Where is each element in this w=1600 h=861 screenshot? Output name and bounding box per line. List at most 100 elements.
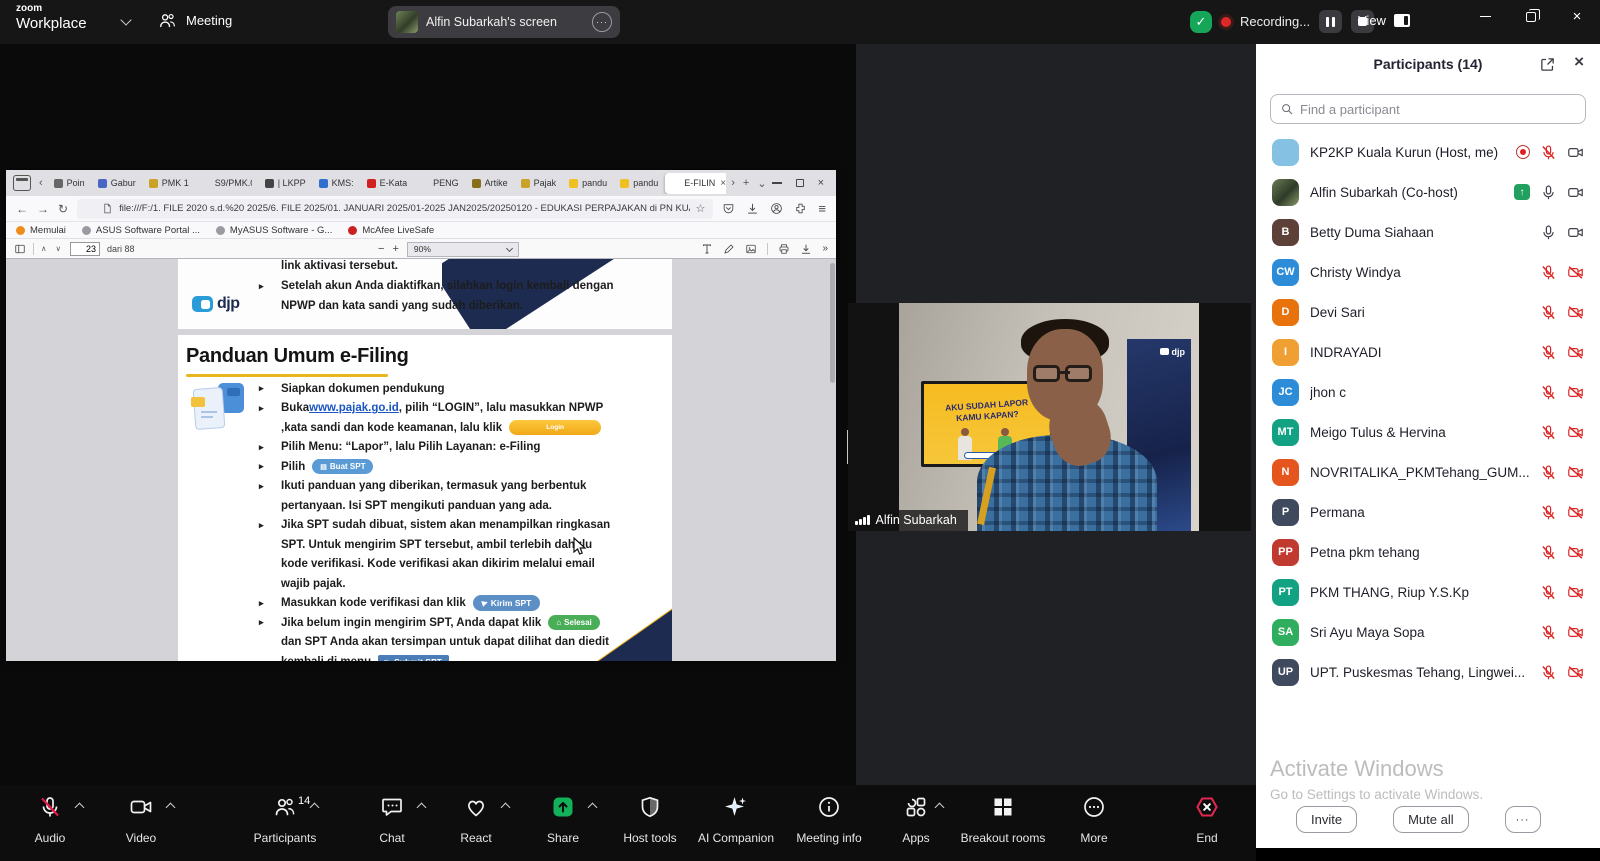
camera-status-icon[interactable]: [1567, 584, 1584, 601]
mic-status-icon[interactable]: [1540, 184, 1557, 201]
menu-icon[interactable]: ≡: [818, 201, 826, 216]
browser-close-icon[interactable]: ×: [818, 177, 824, 189]
page-number-input[interactable]: [70, 242, 100, 256]
site-info-icon[interactable]: [85, 203, 96, 214]
tab-list-chevron-icon[interactable]: ⌄: [754, 177, 769, 190]
bookmark-item[interactable]: Memulai: [16, 225, 66, 236]
bookmark-item[interactable]: McAfee LiveSafe: [348, 225, 434, 236]
tab-meeting[interactable]: Meeting: [158, 11, 232, 30]
camera-status-icon[interactable]: [1567, 344, 1584, 361]
image-tool-icon[interactable]: [745, 243, 757, 255]
participant-row[interactable]: P Permana ↑: [1256, 492, 1600, 532]
camera-status-icon[interactable]: [1567, 624, 1584, 641]
browser-tab[interactable]: Artike ×: [466, 173, 514, 194]
bookmark-item[interactable]: ASUS Software Portal ...: [82, 225, 200, 236]
participant-row[interactable]: B Betty Duma Siahaan ↑: [1256, 212, 1600, 252]
participant-search[interactable]: [1270, 94, 1586, 124]
chevron-up-icon[interactable]: [166, 803, 176, 813]
tab-shared-screen[interactable]: Alfin Subarkah's screen ···: [388, 6, 620, 38]
participant-row[interactable]: Alfin Subarkah (Co-host) ↑: [1256, 172, 1600, 212]
account-icon[interactable]: [770, 202, 783, 215]
mic-status-icon[interactable]: [1540, 304, 1557, 321]
text-tool-icon[interactable]: [701, 243, 713, 255]
toolbar-button[interactable]: Breakout rooms: [950, 791, 1056, 847]
print-icon[interactable]: [778, 243, 790, 255]
browser-tab[interactable]: PENG ×: [414, 173, 465, 194]
security-shield-icon[interactable]: ✓: [1190, 11, 1212, 33]
toolbar-button[interactable]: Host tools: [608, 791, 692, 847]
save-icon[interactable]: [800, 243, 812, 255]
address-bar[interactable]: file:///F:/1. FILE 2020 s.d.%20 2025/6. …: [77, 199, 713, 219]
pocket-icon[interactable]: [722, 202, 735, 215]
toolbar-button[interactable]: Chat: [352, 791, 432, 847]
mic-status-icon[interactable]: [1540, 584, 1557, 601]
participant-row[interactable]: MT Meigo Tulus & Hervina ↑: [1256, 412, 1600, 452]
tab-close-icon[interactable]: ×: [720, 178, 726, 189]
browser-tab[interactable]: PMK 1 ×: [143, 173, 195, 194]
pause-recording-button[interactable]: [1319, 10, 1342, 33]
more-tools-icon[interactable]: »: [822, 243, 828, 254]
browser-tab[interactable]: Gabur ×: [92, 173, 142, 194]
downloads-icon[interactable]: [746, 202, 759, 215]
toolbar-button[interactable]: More: [1055, 791, 1133, 847]
tab-manager-icon[interactable]: [13, 175, 31, 191]
zoom-out-icon[interactable]: −: [378, 243, 384, 255]
toolbar-button[interactable]: Meeting info: [786, 791, 872, 847]
extension-icon[interactable]: [794, 202, 807, 215]
camera-status-icon[interactable]: [1567, 464, 1584, 481]
camera-status-icon[interactable]: [1567, 424, 1584, 441]
participant-row[interactable]: N NOVRITALIKA_PKMTehang_GUM... ↑: [1256, 452, 1600, 492]
mic-status-icon[interactable]: [1540, 344, 1557, 361]
browser-tab[interactable]: pandu ×: [563, 173, 613, 194]
browser-tab[interactable]: S9/PMK.0 ×: [196, 173, 258, 194]
camera-status-icon[interactable]: [1567, 384, 1584, 401]
camera-status-icon[interactable]: [1567, 544, 1584, 561]
invite-button[interactable]: Invite: [1296, 806, 1357, 833]
zoom-level-select[interactable]: 90%: [407, 242, 519, 257]
browser-tab[interactable]: | LKPP ×: [259, 173, 312, 194]
chevron-up-icon[interactable]: [501, 803, 511, 813]
participant-row[interactable]: SA Sri Ayu Maya Sopa ↑: [1256, 612, 1600, 652]
toolbar-button[interactable]: Audio: [10, 791, 90, 847]
participant-row[interactable]: UP UPT. Puskesmas Tehang, Lingwei... ↑: [1256, 652, 1600, 692]
zoom-in-icon[interactable]: +: [392, 243, 398, 255]
browser-tab[interactable]: KMS: ×: [313, 173, 360, 194]
tab-scroll-left-icon[interactable]: ‹: [36, 177, 46, 189]
minimize-button[interactable]: [1462, 0, 1508, 33]
camera-status-icon[interactable]: [1567, 304, 1584, 321]
pdf-sidebar-icon[interactable]: [14, 243, 26, 255]
mic-status-icon[interactable]: [1540, 504, 1557, 521]
draw-tool-icon[interactable]: [723, 243, 735, 255]
camera-status-icon[interactable]: [1567, 184, 1584, 201]
participant-row[interactable]: PP Petna pkm tehang ↑: [1256, 532, 1600, 572]
browser-minimize-icon[interactable]: [772, 182, 782, 183]
view-button[interactable]: View: [1358, 13, 1410, 28]
tab-scroll-right-icon[interactable]: ›: [728, 177, 738, 189]
participant-row[interactable]: JC jhon c ↑: [1256, 372, 1600, 412]
participant-row[interactable]: D Devi Sari ↑: [1256, 292, 1600, 332]
toolbar-button[interactable]: AI Companion: [684, 791, 788, 847]
camera-status-icon[interactable]: [1567, 264, 1584, 281]
mic-status-icon[interactable]: [1540, 224, 1557, 241]
browser-tab[interactable]: E-Kata ×: [361, 173, 414, 194]
participant-row[interactable]: KP2KP Kuala Kurun (Host, me) ↑: [1256, 132, 1600, 172]
toolbar-button[interactable]: End: [1167, 791, 1247, 847]
mic-status-icon[interactable]: [1540, 664, 1557, 681]
back-icon[interactable]: ←: [16, 202, 28, 216]
chevron-up-icon[interactable]: [75, 803, 85, 813]
toolbar-button[interactable]: React: [436, 791, 516, 847]
panel-close-icon[interactable]: ×: [1574, 52, 1584, 72]
close-button[interactable]: ×: [1554, 0, 1600, 33]
toolbar-button[interactable]: 14 Participants: [233, 791, 337, 847]
document-link[interactable]: www.pajak.go.id: [309, 402, 399, 414]
popout-icon[interactable]: [1539, 56, 1556, 73]
participant-row[interactable]: CW Christy Windya ↑: [1256, 252, 1600, 292]
forward-icon[interactable]: →: [37, 202, 49, 216]
mic-status-icon[interactable]: [1540, 544, 1557, 561]
chevron-up-icon[interactable]: [417, 803, 427, 813]
camera-status-icon[interactable]: [1567, 664, 1584, 681]
mic-status-icon[interactable]: [1540, 144, 1557, 161]
pdf-viewport[interactable]: djp link aktivasi tersebut.: [6, 259, 836, 661]
page-down-icon[interactable]: ∨: [56, 244, 64, 253]
mic-status-icon[interactable]: [1540, 384, 1557, 401]
